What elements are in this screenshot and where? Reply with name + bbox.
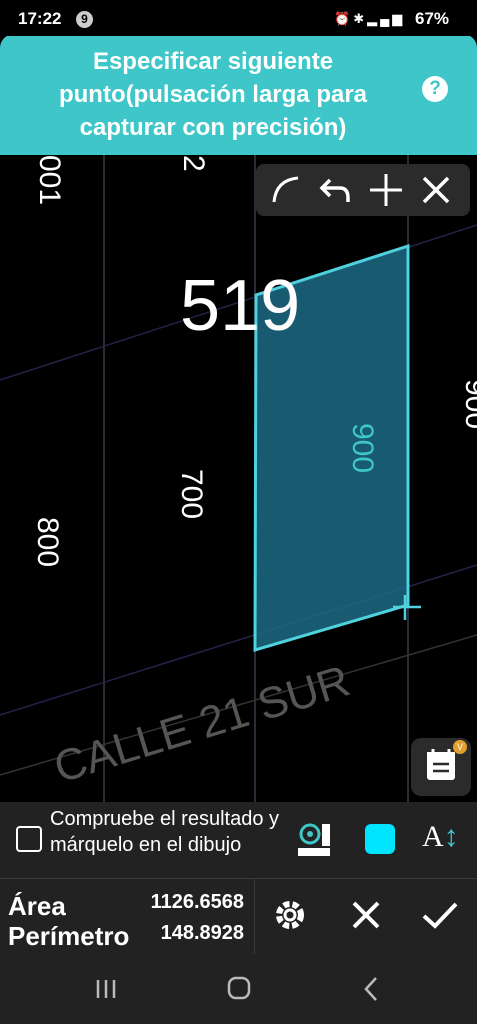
results-panel: Área 1126.6568 Perímetro 148.8928 bbox=[0, 878, 477, 955]
status-bar: 17:22 9 ⏰✱▂▄▆ 67% bbox=[0, 0, 477, 36]
premium-badge: V bbox=[453, 740, 467, 754]
add-point-icon[interactable] bbox=[366, 170, 406, 210]
area-value: 1126.6568 bbox=[150, 891, 244, 913]
drawing-canvas[interactable]: 519 001 2 900 700 800 900 CALLE 21 SUR bbox=[0, 155, 477, 802]
settings-icon[interactable] bbox=[268, 893, 312, 937]
dimension-label: 700 bbox=[175, 469, 208, 519]
navigation-bar bbox=[0, 954, 477, 1024]
home-icon[interactable] bbox=[221, 974, 257, 1004]
calendar-button[interactable]: V bbox=[411, 738, 471, 796]
drawing-svg: 519 001 2 900 700 800 900 CALLE 21 SUR bbox=[0, 155, 477, 802]
notification-count-badge: 9 bbox=[76, 11, 93, 28]
checkbox-label: Compruebe el resultado y márquelo en el … bbox=[50, 808, 280, 856]
instruction-banner: Especificar siguiente punto(pulsación la… bbox=[0, 34, 477, 155]
undo-icon[interactable] bbox=[316, 170, 356, 210]
dimension-label: 800 bbox=[31, 517, 64, 567]
close-icon[interactable] bbox=[416, 170, 456, 210]
text-size-icon[interactable]: A↕ bbox=[422, 820, 459, 854]
dimension-label: 001 bbox=[33, 155, 66, 205]
dimension-label: 900 bbox=[346, 423, 379, 473]
status-time: 17:22 bbox=[18, 9, 62, 28]
instruction-text: Especificar siguiente punto(pulsación la… bbox=[58, 48, 368, 141]
bluetooth-icon: ✱ bbox=[353, 11, 368, 26]
area-label: Área bbox=[8, 891, 66, 921]
perimeter-label: Perímetro bbox=[8, 921, 130, 951]
cancel-icon[interactable] bbox=[344, 893, 388, 937]
check-panel: Compruebe el resultado y márquelo en el … bbox=[0, 802, 477, 878]
signal-icon: ▂▄▆ bbox=[367, 11, 406, 26]
battery-level: 67% bbox=[415, 9, 450, 28]
street-label: CALLE 21 SUR bbox=[49, 656, 356, 792]
alarm-icon: ⏰ bbox=[334, 11, 354, 26]
color-swatch-icon[interactable] bbox=[365, 824, 395, 854]
dimension-label: 2 bbox=[177, 155, 210, 172]
help-icon[interactable]: ? bbox=[422, 76, 448, 102]
confirm-icon[interactable] bbox=[418, 893, 462, 937]
back-icon[interactable] bbox=[354, 974, 390, 1004]
drawing-toolbar bbox=[256, 164, 470, 216]
perimeter-value: 148.8928 bbox=[160, 922, 244, 944]
parcel-number-label: 519 bbox=[180, 266, 300, 346]
settings-ruler-icon[interactable] bbox=[296, 820, 332, 863]
recent-apps-icon[interactable] bbox=[88, 974, 124, 1004]
dimension-label: 900 bbox=[459, 379, 477, 429]
status-icons: ⏰✱▂▄▆ bbox=[334, 11, 405, 27]
arc-icon[interactable] bbox=[266, 170, 306, 210]
verify-checkbox[interactable] bbox=[16, 826, 42, 852]
divider bbox=[254, 879, 255, 955]
